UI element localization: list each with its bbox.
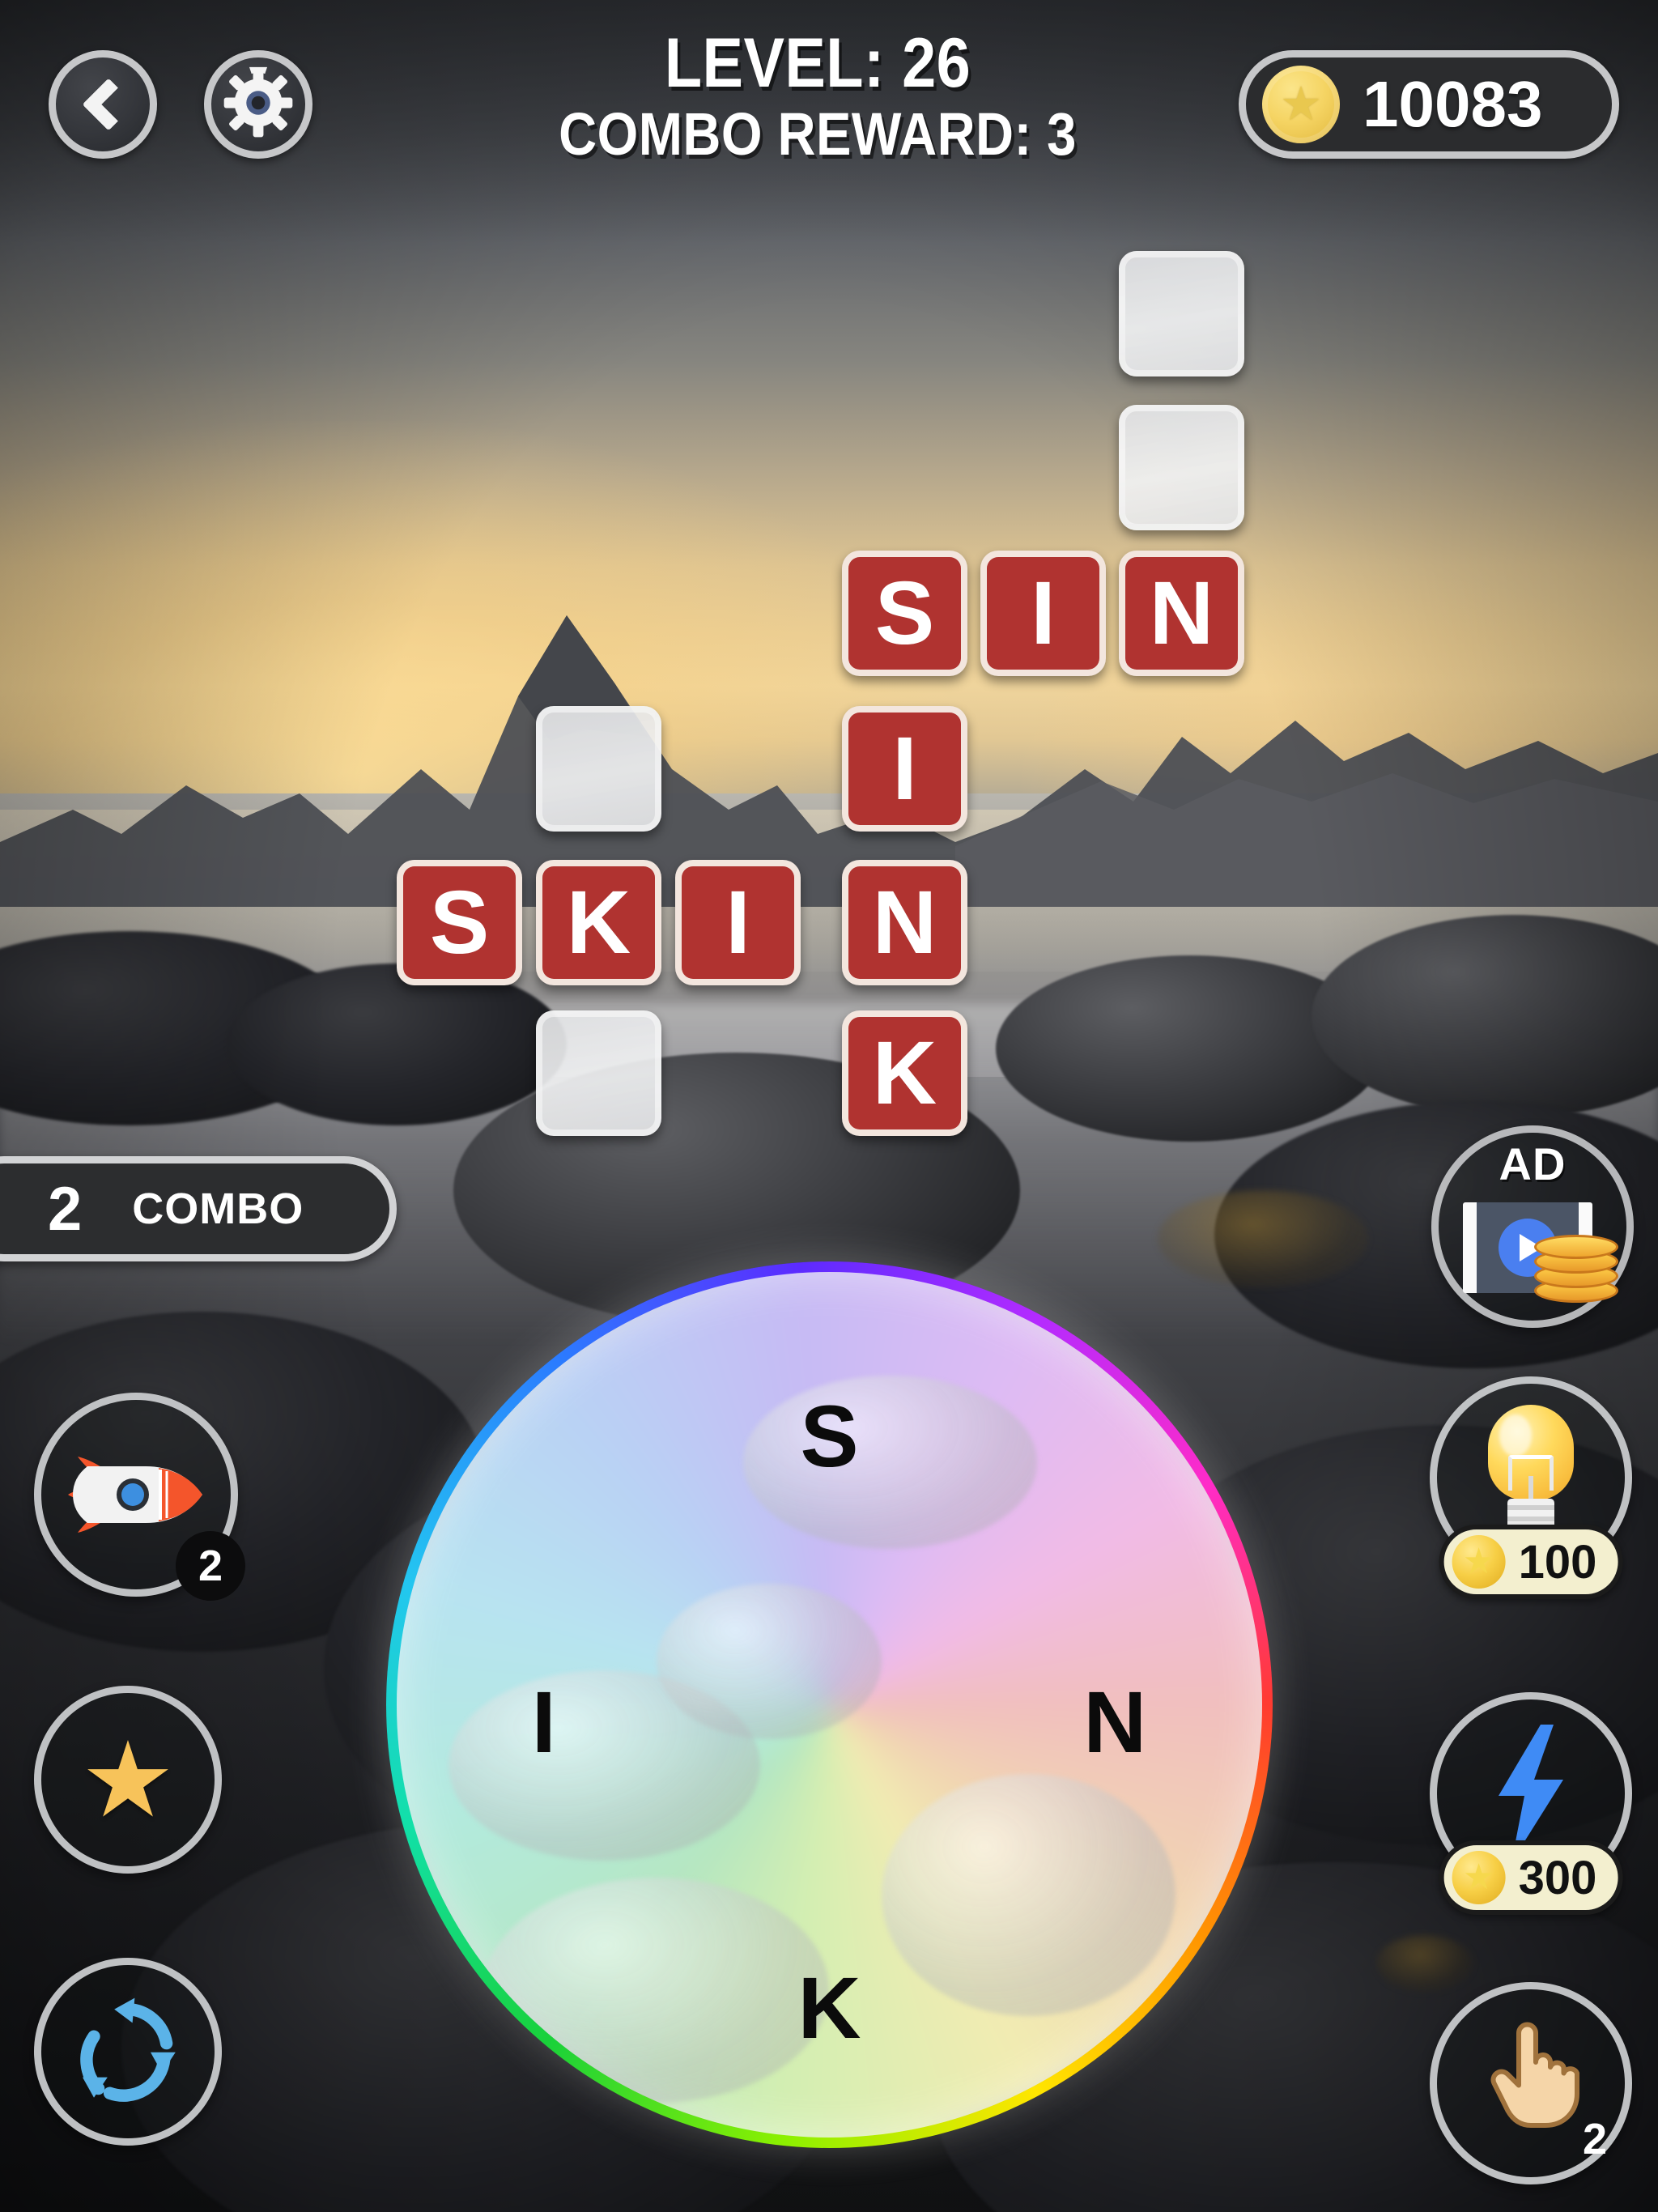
power-up-price-value: 300 bbox=[1518, 1851, 1597, 1904]
hint-price: ★ 100 bbox=[1439, 1525, 1623, 1599]
video-ad-coins-icon bbox=[1439, 1133, 1626, 1321]
hint-price-value: 100 bbox=[1518, 1535, 1597, 1589]
wheel-stone bbox=[742, 1376, 1038, 1550]
star-icon: ★ bbox=[80, 1721, 176, 1839]
crossword-tile-filled: K bbox=[536, 860, 661, 985]
power-up-button[interactable]: ★ 300 bbox=[1430, 1692, 1632, 1915]
reveal-letter-count: 2 bbox=[1582, 2115, 1608, 2163]
coin-star-icon: ★ bbox=[1452, 1535, 1506, 1589]
wheel-stone bbox=[881, 1774, 1176, 2017]
crossword-tile-filled: I bbox=[675, 860, 801, 985]
coin-star-icon: ★ bbox=[1452, 1851, 1506, 1904]
boost-count: 2 bbox=[176, 1531, 245, 1601]
boost-button[interactable]: 2 bbox=[34, 1393, 245, 1601]
crossword-tile-empty bbox=[536, 1010, 661, 1136]
hint-button[interactable]: ★ 100 bbox=[1430, 1376, 1632, 1599]
crossword-tile-filled: I bbox=[980, 551, 1106, 676]
coin-stack-icon bbox=[1534, 1222, 1622, 1303]
wheel-stone bbox=[483, 1878, 830, 2104]
crossword-tile-filled: K bbox=[842, 1010, 967, 1136]
reveal-letter-button[interactable]: 2 bbox=[1430, 1982, 1632, 2184]
crossword-tile-filled: I bbox=[842, 706, 967, 832]
shuffle-button[interactable] bbox=[34, 1958, 222, 2146]
wheel-letter-n[interactable]: N bbox=[1083, 1678, 1146, 1766]
combo-badge: 2 COMBO bbox=[0, 1156, 397, 1261]
combo-count: 2 bbox=[48, 1174, 83, 1244]
wheel-letter-k[interactable]: K bbox=[798, 1963, 861, 2052]
crossword-tile-filled: S bbox=[842, 551, 967, 676]
power-up-price: ★ 300 bbox=[1439, 1840, 1623, 1915]
crossword-tile-filled: N bbox=[1119, 551, 1244, 676]
crossword-tile-filled: S bbox=[397, 860, 522, 985]
watch-ad-button[interactable]: AD bbox=[1431, 1125, 1634, 1328]
letter-wheel[interactable]: S N K I bbox=[386, 1261, 1273, 2148]
star-button[interactable]: ★ bbox=[34, 1686, 222, 1874]
crossword-tile-filled: N bbox=[842, 860, 967, 985]
shuffle-arrows-icon bbox=[71, 1993, 185, 2111]
crossword-grid: SINISKINK bbox=[0, 0, 1658, 1150]
wheel-stone bbox=[656, 1583, 882, 1740]
crossword-tile-empty bbox=[1119, 405, 1244, 530]
crossword-tile-empty bbox=[1119, 251, 1244, 376]
crossword-tile-empty bbox=[536, 706, 661, 832]
wheel-letter-i[interactable]: I bbox=[532, 1678, 556, 1766]
wheel-letter-s[interactable]: S bbox=[800, 1393, 858, 1480]
letter-wheel-surface[interactable]: S N K I bbox=[397, 1272, 1262, 2138]
rocket-icon bbox=[63, 1442, 209, 1547]
combo-label: COMBO bbox=[132, 1185, 304, 1233]
